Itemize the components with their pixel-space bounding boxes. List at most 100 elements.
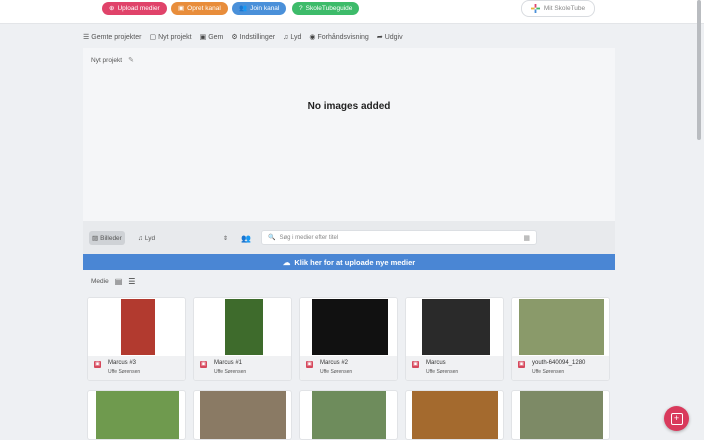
media-thumbnail xyxy=(300,298,397,356)
eye-icon: ◉ xyxy=(309,34,316,41)
images-filter-button[interactable]: ▨ Billeder xyxy=(89,231,125,245)
calendar-icon[interactable]: ▦ xyxy=(523,234,530,242)
media-card[interactable] xyxy=(405,390,504,440)
media-card[interactable]: ▣ Marcus #2 Uffe Sørensen xyxy=(299,297,398,381)
grid-view-icon[interactable]: ▤ xyxy=(115,277,123,286)
search-placeholder: Søg i medier efter titel xyxy=(279,234,339,241)
media-meta: ▣ Marcus #2 Uffe Sørensen xyxy=(300,356,397,380)
create-channel-label: Opret kanal xyxy=(187,5,221,12)
image-type-icon: ▣ xyxy=(518,361,525,368)
media-card[interactable] xyxy=(87,390,186,440)
music-icon: ♫ xyxy=(138,234,143,242)
empty-message: No images added xyxy=(307,101,391,112)
users-icon: 👥 xyxy=(239,5,248,12)
audio-select-label: Lyd xyxy=(144,234,156,242)
media-thumbnail xyxy=(406,298,503,356)
project-title-row: Nyt projekt ✎ xyxy=(91,56,134,65)
save-button[interactable]: ▣ Gem xyxy=(199,33,224,42)
media-image xyxy=(224,299,263,355)
media-image xyxy=(96,391,179,439)
join-channel-button[interactable]: 👥 Join kanal xyxy=(232,2,287,15)
image-type-icon: ▣ xyxy=(200,361,207,368)
join-channel-label: Join kanal xyxy=(250,5,280,12)
upload-media-button[interactable]: ⊕ Upload medier xyxy=(102,2,167,15)
new-project-label: Nyt projekt xyxy=(158,33,192,41)
media-owner: Uffe Sørensen xyxy=(214,369,247,375)
image-type-icon: ▣ xyxy=(94,361,101,368)
search-icon: 🔍 xyxy=(268,235,276,241)
media-title: Marcus #1 xyxy=(214,360,243,366)
media-image xyxy=(519,299,604,355)
media-card[interactable]: ▣ youth-640094_1280 Uffe Sørensen xyxy=(511,297,610,381)
media-card[interactable] xyxy=(299,390,398,440)
create-channel-button[interactable]: ▣ Opret kanal xyxy=(171,2,228,15)
media-title: Marcus #2 xyxy=(320,360,349,366)
floating-add-button[interactable]: + xyxy=(664,406,689,431)
saved-projects-label: Gemte projekter xyxy=(91,33,142,41)
project-title: Nyt projekt xyxy=(91,56,123,64)
save-label: Gem xyxy=(208,33,224,41)
preview-label: Forhåndsvisning xyxy=(317,33,369,41)
save-icon: ▣ xyxy=(199,34,207,41)
media-image xyxy=(200,391,286,439)
upload-banner-button[interactable]: ☁ Klik her for at uploade nye medier xyxy=(83,254,615,270)
my-skoletube-label: Mit SkoleTube xyxy=(543,5,586,12)
media-view-toggle: Medie ▤ ☰ xyxy=(91,277,135,286)
pencil-icon[interactable]: ✎ xyxy=(128,56,134,64)
media-owner: Uffe Sørensen xyxy=(320,369,353,375)
media-owner: Uffe Sørensen xyxy=(108,369,141,375)
media-meta: ▣ Marcus Uffe Sørensen xyxy=(406,356,503,380)
publish-button[interactable]: ➦ Udgiv xyxy=(376,33,403,42)
media-card[interactable]: ▣ Marcus #1 Uffe Sørensen xyxy=(193,297,292,381)
publish-label: Udgiv xyxy=(384,33,403,41)
media-thumbnail xyxy=(512,298,609,356)
media-card[interactable]: ▣ Marcus #3 Uffe Sørensen xyxy=(87,297,186,381)
skoletube-guide-label: SkoleTubeguide xyxy=(305,5,353,12)
media-meta: ▣ Marcus #3 Uffe Sørensen xyxy=(88,356,185,380)
my-skoletube-button[interactable]: Mit SkoleTube xyxy=(521,0,595,17)
audio-select[interactable]: ♫ Lyd ⇕ xyxy=(135,231,231,245)
settings-label: Indstillinger xyxy=(239,33,276,41)
settings-icon: ⚙ xyxy=(231,34,238,41)
media-label: Medie xyxy=(91,278,109,285)
preview-area: Nyt projekt ✎ No images added xyxy=(83,48,615,221)
media-title: youth-640094_1280 xyxy=(532,360,586,366)
media-image xyxy=(312,391,386,439)
media-card[interactable] xyxy=(511,390,610,440)
list-view-icon[interactable]: ☰ xyxy=(128,277,135,286)
users-icon: 👥 xyxy=(241,233,251,243)
images-filter-label: Billeder xyxy=(100,234,122,242)
media-meta: ▣ Marcus #1 Uffe Sørensen xyxy=(194,356,291,380)
cloud-upload-icon: ☁ xyxy=(282,257,291,267)
plus-circle-icon: ⊕ xyxy=(109,5,115,12)
media-image xyxy=(421,299,490,355)
audio-button[interactable]: ♫ Lyd xyxy=(283,34,301,41)
media-image xyxy=(311,299,388,355)
settings-button[interactable]: ⚙ Indstillinger xyxy=(231,33,276,42)
media-image xyxy=(520,391,603,439)
saved-projects-button[interactable]: ☰ Gemte projekter xyxy=(83,33,142,42)
preview-button[interactable]: ◉ Forhåndsvisning xyxy=(309,33,369,42)
list-icon: ☰ xyxy=(83,34,90,41)
media-owner: Uffe Sørensen xyxy=(532,369,565,375)
music-icon: ♫ xyxy=(283,33,289,41)
page-scrollbar[interactable] xyxy=(697,0,701,140)
new-file-icon: ▢ xyxy=(149,34,157,41)
audio-label: Lyd xyxy=(290,33,302,41)
question-circle-icon: ? xyxy=(299,5,303,12)
image-icon: ▨ xyxy=(92,235,99,242)
media-title: Marcus #3 xyxy=(108,360,137,366)
media-thumbnail xyxy=(88,298,185,356)
media-filter-bar: ▨ Billeder ♫ Lyd ⇕ 👥 🔍 Søg i medier efte… xyxy=(83,221,615,254)
new-project-button[interactable]: ▢ Nyt projekt xyxy=(149,33,192,42)
media-image xyxy=(120,299,155,355)
media-search-input[interactable]: 🔍 Søg i medier efter titel ▦ xyxy=(261,230,537,245)
skoletube-guide-button[interactable]: ? SkoleTubeguide xyxy=(292,2,360,15)
media-card[interactable] xyxy=(193,390,292,440)
image-type-icon: ▣ xyxy=(306,361,313,368)
share-icon: ➦ xyxy=(376,34,383,41)
groups-filter-button[interactable]: 👥 xyxy=(238,231,254,245)
media-card[interactable]: ▣ Marcus Uffe Sørensen xyxy=(405,297,504,381)
media-title: Marcus xyxy=(426,360,446,366)
top-bar: ⊕ Upload medier ▣ Opret kanal 👥 Join kan… xyxy=(0,0,704,24)
